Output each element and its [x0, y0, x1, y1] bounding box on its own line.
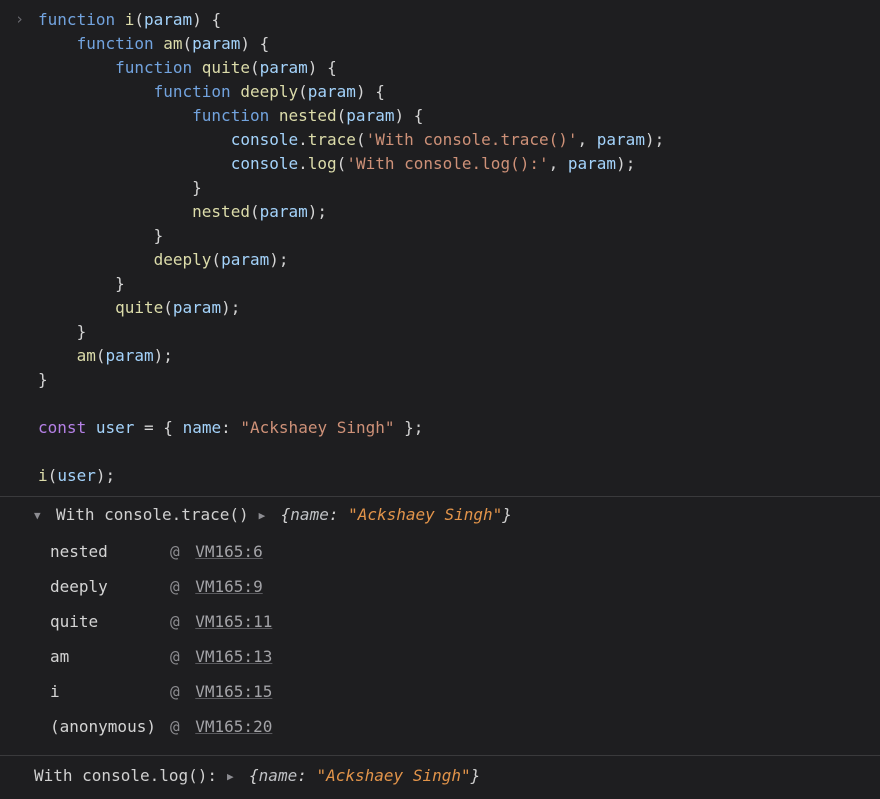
console-input-row: › function i(param) { function am(param)… [0, 0, 880, 497]
fn-am-def: am [163, 34, 182, 53]
stack-frame-loc-cell: @ VM165:13 [170, 640, 280, 675]
console-code[interactable]: function i(param) { function am(param) {… [38, 8, 664, 488]
fn-nested-def: nested [279, 106, 337, 125]
stack-frame-link[interactable]: VM165:13 [195, 647, 272, 666]
trace-label: With console.trace() [56, 503, 249, 527]
stack-trace-table: nested@ VM165:6deeply@ VM165:9quite@ VM1… [50, 535, 280, 745]
keyword-function: function [38, 10, 115, 29]
stack-frame-fn: quite [50, 605, 170, 640]
stack-frame-fn: am [50, 640, 170, 675]
stack-frame-fn: deeply [50, 570, 170, 605]
stack-frame-loc-cell: @ VM165:6 [170, 535, 280, 570]
stack-frame-link[interactable]: VM165:20 [195, 717, 272, 736]
at-symbol: @ [170, 577, 195, 596]
log-label: With console.log(): [34, 764, 217, 788]
stack-frame-loc-cell: @ VM165:20 [170, 710, 280, 745]
object-preview[interactable]: {name: "Ackshaey Singh"} [249, 764, 480, 788]
at-symbol: @ [170, 612, 195, 631]
stack-frame: quite@ VM165:11 [50, 605, 280, 640]
stack-frame: nested@ VM165:6 [50, 535, 280, 570]
fn-quite-def: quite [202, 58, 250, 77]
stack-frame-loc-cell: @ VM165:11 [170, 605, 280, 640]
object-preview[interactable]: {name: "Ackshaey Singh"} [281, 503, 512, 527]
stack-frame-link[interactable]: VM165:11 [195, 612, 272, 631]
string-literal: 'With console.log():' [346, 154, 548, 173]
stack-frame-fn: i [50, 675, 170, 710]
at-symbol: @ [170, 647, 195, 666]
stack-frame: (anonymous)@ VM165:20 [50, 710, 280, 745]
stack-frame-fn: nested [50, 535, 170, 570]
stack-frame: am@ VM165:13 [50, 640, 280, 675]
stack-frame-loc-cell: @ VM165:15 [170, 675, 280, 710]
fn-i-def: i [125, 10, 135, 29]
disclosure-down-icon[interactable]: ▼ [34, 508, 46, 525]
stack-frame-link[interactable]: VM165:15 [195, 682, 272, 701]
trace-header: ▼ With console.trace() ▶ {name: "Ackshae… [34, 503, 865, 527]
stack-frame-link[interactable]: VM165:6 [195, 542, 262, 561]
stack-frame-loc-cell: @ VM165:9 [170, 570, 280, 605]
at-symbol: @ [170, 717, 195, 736]
console-log-output: With console.log(): ▶ {name: "Ackshaey S… [0, 756, 880, 796]
stack-frame-fn: (anonymous) [50, 710, 170, 745]
at-symbol: @ [170, 682, 195, 701]
console-prompt-icon: › [15, 8, 24, 488]
stack-frame: deeply@ VM165:9 [50, 570, 280, 605]
string-literal: 'With console.trace()' [366, 130, 578, 149]
stack-frame: i@ VM165:15 [50, 675, 280, 710]
object-expand-icon[interactable]: ▶ [259, 508, 271, 525]
param: param [144, 10, 192, 29]
object-expand-icon[interactable]: ▶ [227, 769, 239, 786]
fn-deeply-def: deeply [240, 82, 298, 101]
console-trace-output: ▼ With console.trace() ▶ {name: "Ackshae… [0, 497, 880, 756]
stack-frame-link[interactable]: VM165:9 [195, 577, 262, 596]
at-symbol: @ [170, 542, 195, 561]
